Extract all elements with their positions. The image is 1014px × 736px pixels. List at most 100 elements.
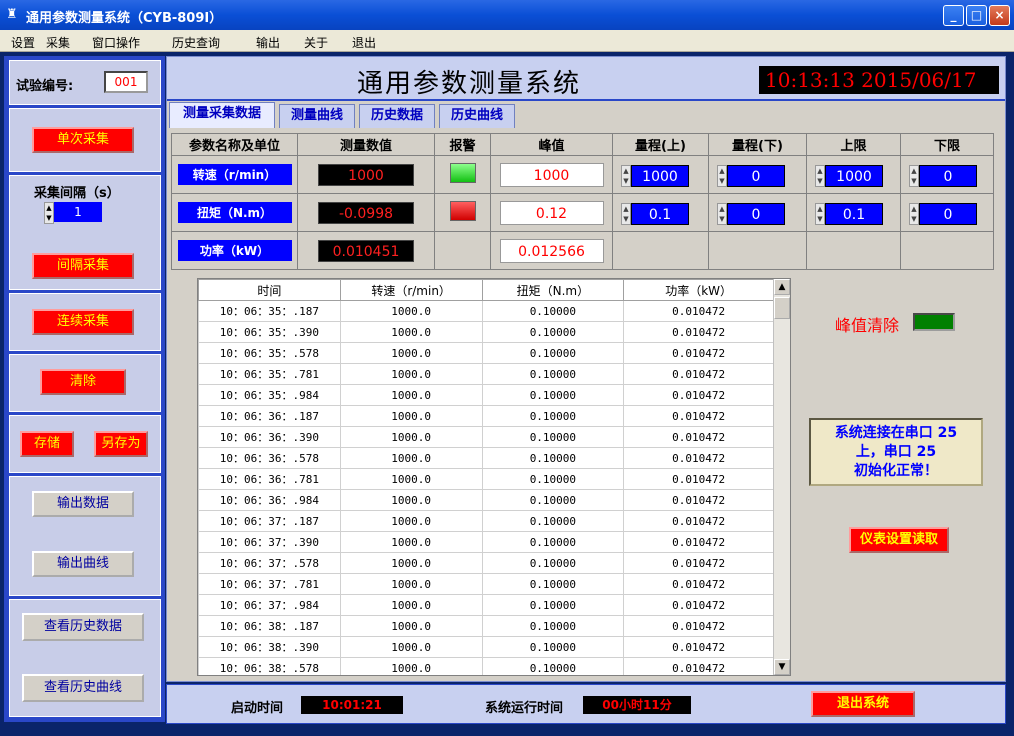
test-number-input[interactable]: 001 xyxy=(104,71,148,93)
close-button[interactable]: × xyxy=(989,5,1010,26)
tab-history-data[interactable]: 历史数据 xyxy=(359,104,435,128)
menu-exit[interactable]: 退出 xyxy=(352,34,376,51)
menu-output[interactable]: 输出 xyxy=(256,34,280,51)
scroll-up-icon[interactable]: ▲ xyxy=(774,279,790,295)
time-cell: 10：06：36：.578 xyxy=(198,447,341,469)
sidebar: 试验编号: 001 单次采集 采集间隔（s） ▲ ▼ 1 间隔采集 连续采集 清除… xyxy=(4,56,165,722)
table-row[interactable]: 10：06：36：.984 1000.0 0.10000 0.010472 xyxy=(198,489,774,511)
minimize-button[interactable]: _ xyxy=(943,5,964,26)
tab-measurement-data[interactable]: 测量采集数据 xyxy=(169,102,275,128)
table-row[interactable]: 10：06：37：.578 1000.0 0.10000 0.010472 xyxy=(198,552,774,574)
torque-cell: 0.10000 xyxy=(481,615,625,637)
table-row[interactable]: 10：06：35：.390 1000.0 0.10000 0.010472 xyxy=(198,321,774,343)
table-row[interactable]: 10：06：36：.390 1000.0 0.10000 0.010472 xyxy=(198,426,774,448)
menu-window[interactable]: 窗口操作 xyxy=(92,34,140,51)
upper-limit-spinner[interactable]: ▲ ▼ xyxy=(815,203,825,225)
meter-settings-button[interactable]: 仪表设置读取 xyxy=(849,527,949,553)
table-row[interactable]: 10：06：37：.781 1000.0 0.10000 0.010472 xyxy=(198,573,774,595)
power-cell: 0.010472 xyxy=(623,447,774,469)
export-data-button[interactable]: 输出数据 xyxy=(32,491,134,517)
single-collect-button[interactable]: 单次采集 xyxy=(32,127,134,153)
interval-collect-button[interactable]: 间隔采集 xyxy=(32,253,134,279)
time-cell: 10：06：36：.187 xyxy=(198,405,341,427)
power-cell: 0.010472 xyxy=(623,531,774,553)
upper-limit-input[interactable]: 1000 xyxy=(825,165,883,187)
time-cell: 10：06：37：.578 xyxy=(198,552,341,574)
table-row[interactable]: 10：06：38：.578 1000.0 0.10000 0.010472 xyxy=(198,657,774,675)
status-bar: 启动时间 10:01:21 系统运行时间 00小时11分 退出系统 xyxy=(166,684,1006,724)
table-row[interactable]: 10：06：37：.984 1000.0 0.10000 0.010472 xyxy=(198,594,774,616)
interval-input[interactable]: 1 xyxy=(54,202,102,222)
range-low-input[interactable]: 0 xyxy=(727,165,785,187)
table-row[interactable]: 10：06：35：.578 1000.0 0.10000 0.010472 xyxy=(198,342,774,364)
peak-clear-toggle[interactable] xyxy=(913,313,955,331)
menu-history[interactable]: 历史查询 xyxy=(172,34,220,51)
table-row[interactable]: 10：06：35：.187 1000.0 0.10000 0.010472 xyxy=(198,300,774,322)
continuous-collect-button[interactable]: 连续采集 xyxy=(32,309,134,335)
table-row[interactable]: 10：06：36：.187 1000.0 0.10000 0.010472 xyxy=(198,405,774,427)
view-history-data-button[interactable]: 查看历史数据 xyxy=(22,613,144,641)
tab-measurement-curve[interactable]: 测量曲线 xyxy=(279,104,355,128)
power-cell: 0.010472 xyxy=(623,489,774,511)
vertical-scrollbar[interactable]: ▲ ▼ xyxy=(773,279,790,675)
power-cell: 0.010472 xyxy=(623,342,774,364)
range-low-spinner[interactable]: ▲ ▼ xyxy=(717,203,727,225)
lower-limit-input[interactable]: 0 xyxy=(919,165,977,187)
clear-button[interactable]: 清除 xyxy=(40,369,126,395)
alarm-indicator xyxy=(449,200,476,221)
table-row[interactable]: 10：06：35：.781 1000.0 0.10000 0.010472 xyxy=(198,363,774,385)
save-button[interactable]: 存储 xyxy=(20,431,74,457)
power-cell: 0.010472 xyxy=(623,573,774,595)
peak-clear-label: 峰值清除 xyxy=(835,316,900,335)
range-low-input[interactable]: 0 xyxy=(727,203,785,225)
power-cell: 0.010472 xyxy=(623,468,774,490)
table-row[interactable]: 10：06：38：.187 1000.0 0.10000 0.010472 xyxy=(198,615,774,637)
lower-limit-spinner[interactable]: ▲ ▼ xyxy=(909,165,919,187)
view-history-curve-button[interactable]: 查看历史曲线 xyxy=(22,674,144,702)
export-curve-button[interactable]: 输出曲线 xyxy=(32,551,134,577)
tab-history-curve[interactable]: 历史曲线 xyxy=(439,104,515,128)
menu-about[interactable]: 关于 xyxy=(304,34,328,51)
title-bar: ♜ 通用参数测量系统（CYB-809I） _ □ × xyxy=(0,0,1014,30)
time-cell: 10：06：38：.578 xyxy=(198,657,341,675)
interval-panel: 采集间隔（s） ▲ ▼ 1 间隔采集 xyxy=(9,175,161,290)
col-param-name: 参数名称及单位 xyxy=(171,133,298,156)
scroll-thumb[interactable] xyxy=(774,297,790,319)
upper-limit-input[interactable]: 0.1 xyxy=(825,203,883,225)
range-high-spinner[interactable]: ▲ ▼ xyxy=(621,165,631,187)
peak-value: 0.012566 xyxy=(499,238,604,263)
table-row[interactable]: 10：06：35：.984 1000.0 0.10000 0.010472 xyxy=(198,384,774,406)
table-row[interactable]: 10：06：37：.390 1000.0 0.10000 0.010472 xyxy=(198,531,774,553)
range-high-spinner[interactable]: ▲ ▼ xyxy=(621,203,631,225)
param-name: 转速（r/min） xyxy=(177,164,292,185)
menu-collect[interactable]: 采集 xyxy=(46,34,70,51)
table-row[interactable]: 10：06：38：.390 1000.0 0.10000 0.010472 xyxy=(198,636,774,658)
lower-limit-spinner[interactable]: ▲ ▼ xyxy=(909,203,919,225)
upper-limit-spinner[interactable]: ▲ ▼ xyxy=(815,165,825,187)
table-row[interactable]: 10：06：37：.187 1000.0 0.10000 0.010472 xyxy=(198,510,774,532)
table-row[interactable]: 10：06：36：.578 1000.0 0.10000 0.010472 xyxy=(198,447,774,469)
maximize-button[interactable]: □ xyxy=(966,5,987,26)
exit-system-button[interactable]: 退出系统 xyxy=(811,691,915,717)
time-cell: 10：06：38：.187 xyxy=(198,615,341,637)
save-as-button[interactable]: 另存为 xyxy=(94,431,148,457)
status-line: 上，串口 25 xyxy=(855,444,937,460)
torque-cell: 0.10000 xyxy=(481,468,625,490)
header: 通用参数测量系统 10:13:13 2015/06/17 xyxy=(167,57,1005,101)
menu-settings[interactable]: 设置 xyxy=(11,34,35,51)
scroll-down-icon[interactable]: ▼ xyxy=(774,659,790,675)
range-high-input[interactable]: 0.1 xyxy=(631,203,689,225)
col-range-high: 量程(上) xyxy=(612,133,709,156)
time-cell: 10：06：35：.984 xyxy=(198,384,341,406)
time-cell: 10：06：36：.781 xyxy=(198,468,341,490)
start-time-label: 启动时间 xyxy=(231,701,284,716)
range-high-input[interactable]: 1000 xyxy=(631,165,689,187)
clear-panel: 清除 xyxy=(9,354,161,412)
interval-spinner[interactable]: ▲ ▼ xyxy=(44,202,54,224)
range-low-spinner[interactable]: ▲ ▼ xyxy=(717,165,727,187)
table-row[interactable]: 10：06：36：.781 1000.0 0.10000 0.010472 xyxy=(198,468,774,490)
col-power: 功率（kW） xyxy=(623,279,774,301)
lower-limit-input[interactable]: 0 xyxy=(919,203,977,225)
measured-value: 0.010451 xyxy=(318,239,414,262)
param-row-power: 功率（kW） 0.010451 0.012566 xyxy=(171,231,994,270)
